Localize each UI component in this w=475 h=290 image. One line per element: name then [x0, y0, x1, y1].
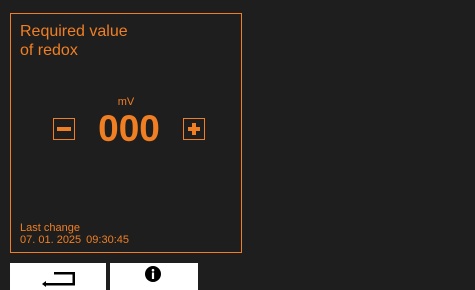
panel-title-line1: Required value — [20, 23, 128, 40]
unit-label: mV — [117, 96, 135, 108]
info-button[interactable] — [110, 263, 198, 290]
back-button[interactable] — [10, 263, 106, 290]
increment-button[interactable] — [183, 118, 205, 140]
back-arrow-icon — [42, 272, 75, 287]
setpoint-value[interactable]: 000 — [80, 109, 178, 149]
last-change-label: Last change — [20, 222, 80, 234]
redox-setpoint-panel: Required value of redox mV 000 Last chan… — [10, 13, 242, 253]
last-change-timestamp: 07. 01. 2025 09:30:45 — [20, 234, 129, 246]
minus-icon — [57, 127, 71, 131]
last-change-date: 07. 01. 2025 — [20, 234, 82, 246]
panel-title-line2: of redox — [20, 42, 78, 59]
info-icon — [145, 266, 161, 282]
panel-title: Required value of redox — [20, 22, 128, 60]
decrement-button[interactable] — [53, 118, 75, 140]
last-change-time: 09:30:45 — [86, 234, 129, 246]
last-change-info: Last change 07. 01. 2025 09:30:45 — [20, 222, 129, 246]
